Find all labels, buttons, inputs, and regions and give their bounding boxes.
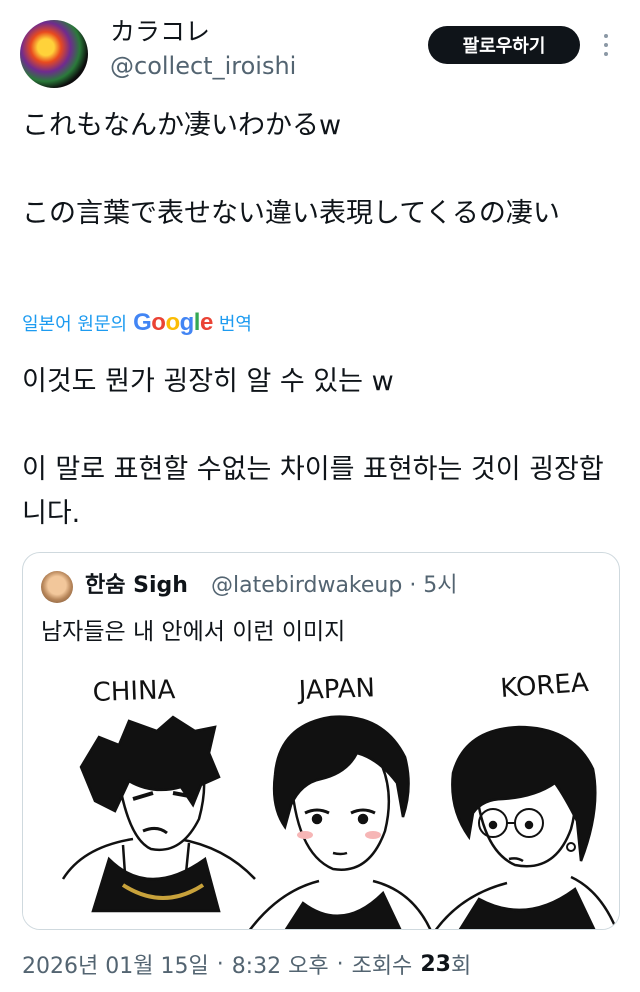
quoted-author-avatar [41,571,73,603]
views-count: 23 [420,951,451,977]
label-korea: KOREA [499,668,589,704]
tweet-time[interactable]: 8:32 오후 [232,948,329,980]
views-label: 조회수 [351,954,413,979]
quoted-author-handle: @latebirdwakeup · 5시 [211,573,458,598]
separator-dot: · [216,951,224,977]
tweet-line: この言葉で表せない違い表現してくるの凄い [22,198,560,229]
tweet-line: これもなんか凄いわかるw [22,110,342,141]
label-china: CHINA [92,675,176,708]
quoted-author-name: 한숨 Sigh [85,573,188,598]
tweet-header: カラコレ @collect_iroishi 팔로우하기 [0,0,640,100]
translated-line: 이 말로 표현할 수없는 차이를 표현하는 것이 굉장합니다. [22,454,604,529]
translation-prefix: 일본어 원문의 [22,314,128,335]
author-handle[interactable]: @collect_iroishi [110,50,296,82]
label-japan: JAPAN [296,673,375,706]
google-logo: Google [133,309,213,336]
author-avatar[interactable] [20,20,88,88]
translation-suffix: 번역 [218,314,252,335]
figure-japan [248,715,432,929]
follow-button[interactable]: 팔로우하기 [428,26,580,64]
tweet-text: これもなんか凄いわかるw この言葉で表せない違い表現してくるの凄い [22,104,618,236]
illustration: CHINA JAPAN KOREA [61,668,618,929]
more-vertical-icon[interactable] [598,30,614,60]
quoted-tweet-image[interactable]: CHINA JAPAN KOREA [23,663,619,929]
author-name[interactable]: カラコレ [110,16,210,48]
separator-dot: · [336,951,344,977]
translated-line: 이것도 뭔가 굉장히 알 수 있는 w [22,366,394,397]
quoted-tweet[interactable]: 한숨 Sigh @latebirdwakeup · 5시 남자들은 내 안에서 … [22,552,620,930]
translated-text: 이것도 뭔가 굉장히 알 수 있는 w 이 말로 표현할 수없는 차이를 표현하… [22,360,622,536]
translation-attribution[interactable]: 일본어 원문의 Google 번역 [22,306,252,340]
tweet-meta: 2026년 01월 15일 · 8:32 오후 · 조회수 23 회 [22,944,471,984]
figure-china [61,715,256,913]
tweet-date[interactable]: 2026년 01월 15일 [22,948,209,980]
figure-korea [434,725,618,929]
views-suffix: 회 [450,954,472,979]
quoted-tweet-text: 남자들은 내 안에서 이런 이미지 [41,619,346,645]
